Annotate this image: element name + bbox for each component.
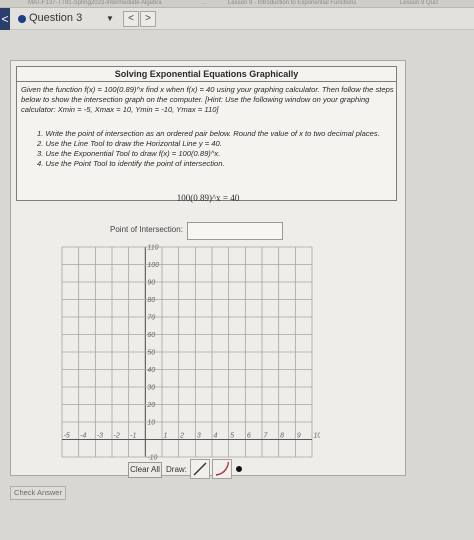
previous-question-button[interactable]: < (123, 11, 139, 27)
line-tool-icon (193, 462, 207, 476)
step-item: 4. Use the Point Tool to identify the po… (37, 159, 225, 168)
chevron-down-icon[interactable]: ▼ (106, 14, 114, 23)
x-tick-label: 3 (197, 433, 201, 440)
graph-canvas[interactable]: 110 100 90 80 70 60 50 40 30 20 10 -10 -5 -4 -3 -2 -1 1 2 3… (58, 243, 320, 461)
draw-label: Draw: (166, 465, 187, 474)
y-tick-label: 20 (146, 402, 155, 409)
question-nav-bar: < Question 3 ▼ < > (0, 8, 474, 30)
x-tick-label: -1 (130, 433, 136, 440)
clear-all-button[interactable]: Clear All (128, 462, 162, 478)
step-item: 3. Use the Exponential Tool to draw f(x)… (37, 149, 221, 158)
question-status-dot (18, 15, 26, 23)
check-answer-button[interactable]: Check Answer (10, 486, 66, 500)
question-selector[interactable]: Question 3 (29, 12, 82, 24)
y-tick-label: 80 (147, 297, 155, 304)
breadcrumb-ellipsis: ... (202, 0, 208, 6)
quiz-name[interactable]: Lesson 9 Quiz (400, 0, 438, 6)
y-tick-label: -10 (147, 455, 157, 462)
equation-display: 100(0.89)^x = 40 (176, 193, 240, 203)
point-tool-button[interactable] (236, 466, 242, 472)
y-tick-label: 110 (147, 245, 158, 252)
x-tick-label: -2 (114, 433, 120, 440)
x-tick-label: -3 (97, 433, 103, 440)
x-tick-label: -4 (80, 433, 86, 440)
problem-steps: 1. Write the point of intersection as an… (37, 129, 392, 169)
problem-title: Solving Exponential Equations Graphicall… (17, 67, 396, 82)
x-tick-label: 10 (314, 433, 321, 440)
next-question-button[interactable]: > (140, 11, 156, 27)
back-button[interactable]: < (0, 8, 10, 30)
y-tick-label: 100 (147, 262, 159, 269)
step-item: 2. Use the Line Tool to draw the Horizon… (37, 139, 222, 148)
graph-tick-labels: 110 100 90 80 70 60 50 40 30 20 10 -10 -5 -4 -3 -2 -1 1 2 3… (64, 245, 321, 462)
y-tick-label: 90 (147, 280, 155, 287)
x-tick-label: 1 (164, 433, 168, 440)
y-tick-label: 40 (147, 367, 155, 374)
point-of-intersection-label: Point of Intersection: (110, 225, 183, 234)
x-tick-label: 2 (179, 433, 184, 440)
y-tick-label: 60 (147, 332, 155, 339)
step-item: 1. Write the point of intersection as an… (37, 129, 380, 138)
point-of-intersection-input[interactable] (187, 222, 283, 240)
graph-grid (61, 246, 313, 458)
y-tick-label: 70 (147, 315, 155, 322)
x-tick-label: -5 (64, 433, 70, 440)
y-tick-label: 30 (147, 385, 155, 392)
exponential-tool-button[interactable] (212, 459, 232, 479)
exponential-tool-icon (215, 461, 229, 476)
x-tick-label: 4 (214, 433, 218, 440)
top-course-bar: MAT-F137-TT91-Spring2023-Intermediate Al… (0, 0, 474, 8)
x-tick-label: 8 (280, 433, 284, 440)
problem-intro: Given the function f(x) = 100(0.89)^x fi… (21, 85, 394, 114)
lesson-name[interactable]: Lesson 9 - Introduction to Exponential F… (228, 0, 356, 6)
course-name[interactable]: MAT-F137-TT91-Spring2023-Intermediate Al… (28, 0, 162, 6)
x-tick-label: 7 (264, 433, 269, 440)
y-tick-label: 50 (147, 350, 155, 357)
x-tick-label: 5 (230, 433, 234, 440)
line-tool-button[interactable] (190, 459, 210, 479)
y-tick-label: 10 (147, 420, 155, 427)
x-tick-label: 6 (247, 433, 251, 440)
problem-card: Solving Exponential Equations Graphicall… (16, 66, 397, 201)
x-tick-label: 9 (297, 433, 301, 440)
